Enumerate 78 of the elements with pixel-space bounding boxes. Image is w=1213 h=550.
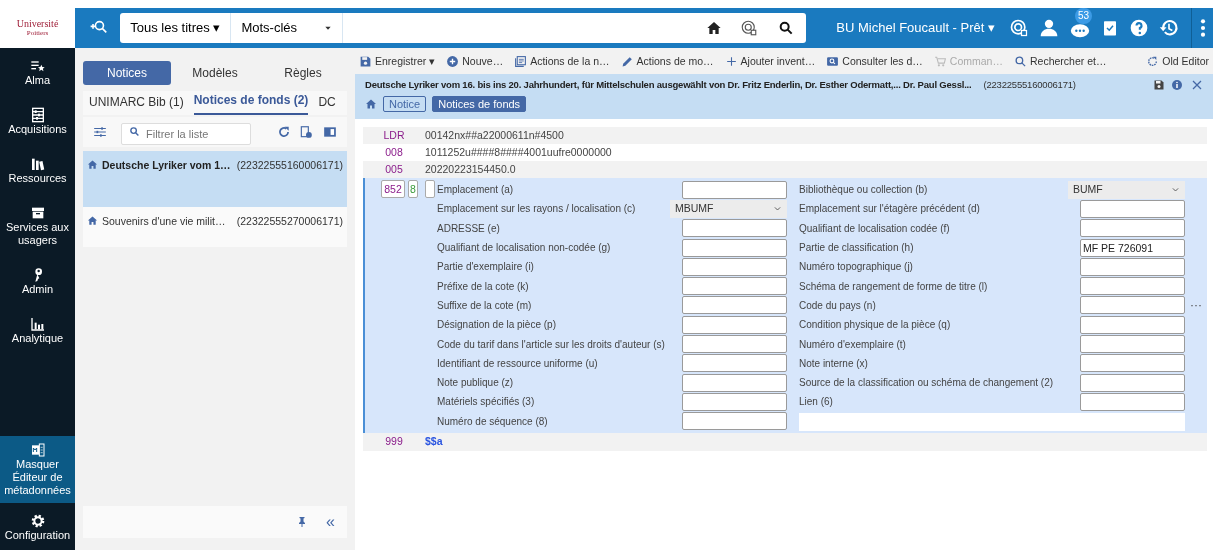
subfield-label: Partie d'exemplaire (i) xyxy=(437,260,534,275)
toolbar-button[interactable]: Consulter les d… xyxy=(826,53,923,70)
subfield-label: Schéma de rangement de forme de titre (l) xyxy=(799,279,988,294)
nav-item[interactable]: Ressources xyxy=(0,150,75,191)
subfield-label: Suffixe de la cote (m) xyxy=(437,298,532,313)
record-title: Deutsche Lyriker vom 16. bis ins 20. Jahrhundert, für Mittelschulen ausgewählt von Dr. Fritz Enderlin, Dr. Esther Odermatt,... Dr. Paul Gessl... xyxy=(365,78,972,92)
toolbar-button[interactable]: Enregistrer ▾ xyxy=(359,53,436,70)
field-value: 20220223154450.0 xyxy=(425,161,516,177)
subfield-label: Lien (6) xyxy=(799,395,833,410)
field-tag: 008 xyxy=(363,144,425,161)
collapse-button[interactable]: « xyxy=(326,510,335,534)
record-title: Souvenirs d'une vie milit… xyxy=(102,214,226,229)
subfield-label: Note publique (z) xyxy=(437,376,514,391)
field-tag: LDR xyxy=(363,127,425,144)
toolbar-button[interactable]: Ajouter invent… xyxy=(724,53,816,70)
subfield-label: Préfixe de la cote (k) xyxy=(437,279,529,294)
field-tag: 999 xyxy=(363,434,425,450)
select-field[interactable]: BUMF xyxy=(1068,180,1185,199)
logo-text: Université xyxy=(16,19,59,29)
toolbar-button[interactable]: Nouve… xyxy=(446,53,504,70)
toolbar-button[interactable]: Old Editor xyxy=(1146,53,1209,70)
subfield-label: Source de la classification ou schéma de changement (2) xyxy=(799,376,1054,391)
subfield-label: Numéro de séquence (8) xyxy=(437,414,548,429)
subfield-label: Partie de classification (h) xyxy=(799,241,914,256)
subfield-label: Emplacement sur les rayons / localisation (c) xyxy=(437,202,636,217)
field-value: 00142nx##a22000611n#4500 xyxy=(425,127,564,143)
scope-dropdown[interactable]: Tous les titres ▾ xyxy=(120,13,232,43)
record-type-tab[interactable]: Notices de fonds (2) xyxy=(193,91,309,115)
panel-tab[interactable]: Notices xyxy=(83,61,171,85)
record-id: (22322555270006171) xyxy=(236,214,343,229)
toolbar-button[interactable]: Rechercher et… xyxy=(1013,53,1107,70)
subfield-label: Numéro topographique (j) xyxy=(799,260,913,275)
input-field[interactable]: MF PE 726091 xyxy=(1080,238,1185,257)
more-button[interactable]: ··· xyxy=(1190,296,1202,315)
breadcrumb-tag[interactable]: Notices de fonds xyxy=(432,96,527,113)
nav-item[interactable]: Alma xyxy=(0,52,75,93)
nav-item[interactable]: Acquisitions xyxy=(0,101,75,142)
subfield-label: ADRESSE (e) xyxy=(437,221,500,236)
nav-item[interactable]: Services aux usagers xyxy=(0,199,75,253)
library-dropdown[interactable]: BU Michel Foucault - Prêt ▾ xyxy=(836,18,995,38)
subfield-label: Identifiant de ressource uniforme (u) xyxy=(437,356,598,371)
subfield-label: Emplacement (a) xyxy=(437,183,514,198)
record-list-item[interactable]: Souvenirs d'une vie milit… (22322555270006171) xyxy=(83,207,347,247)
subfield-label: Qualifiant de localisation non-codée (g) xyxy=(437,241,611,256)
field-dropdown[interactable]: Mots-clés xyxy=(231,13,344,43)
indicator-field[interactable]: 8 xyxy=(408,180,418,198)
nav-item[interactable]: Configuration xyxy=(0,507,75,548)
notification-badge: 53 xyxy=(1075,8,1093,24)
subfield-label: Désignation de la pièce (p) xyxy=(437,318,556,333)
record-id: (22322555160006171) xyxy=(983,78,1076,92)
record-type-tab[interactable]: DC xyxy=(318,93,336,115)
subfield-label: Code du pays (n) xyxy=(799,298,876,313)
subfield-label: Matériels spécifiés (3) xyxy=(437,395,535,410)
record-id: (22322555160006171) xyxy=(236,158,343,173)
subfield-label: Emplacement sur l'étagère précédent (d) xyxy=(799,202,980,217)
field-value: $$a xyxy=(425,434,443,449)
record-type-tab[interactable]: UNIMARC Bib (1) xyxy=(89,93,184,115)
record-title: Deutsche Lyriker vom 1… xyxy=(102,158,231,173)
subfield-label: Code du tarif dans l'article sur les droits d'auteur (s) xyxy=(437,337,665,352)
subfield-label: Note interne (x) xyxy=(799,356,868,371)
nav-item[interactable]: Admin xyxy=(0,261,75,302)
subfield-label: Numéro d'exemplaire (t) xyxy=(799,337,906,352)
subfield-label: Condition physique de la pièce (q) xyxy=(799,318,951,333)
breadcrumb-tag[interactable]: Notice xyxy=(383,96,427,113)
field-tag: 005 xyxy=(363,161,425,178)
subfield-label: Qualifiant de localisation codée (f) xyxy=(799,221,950,236)
nav-item[interactable]: Masquer Éditeur de métadonnées xyxy=(0,436,75,503)
filter-field[interactable]: Filtrer la liste xyxy=(121,123,251,145)
select-field[interactable]: MBUMF xyxy=(670,199,787,218)
toolbar-button[interactable]: Actions de mo… xyxy=(620,53,714,70)
subfield-label: Bibliothèque ou collection (b) xyxy=(799,183,928,198)
tag-field[interactable]: 852 xyxy=(381,180,405,198)
nav-item[interactable]: Analytique xyxy=(0,310,75,351)
record-list-item[interactable]: Deutsche Lyriker vom 1… (22322555160006171) xyxy=(83,151,347,207)
field-value: 1011252u####8####4001uufre0000000 xyxy=(425,144,612,160)
panel-tab[interactable]: Modèles xyxy=(171,61,259,85)
panel-tab[interactable]: Règles xyxy=(259,61,347,85)
toolbar-button[interactable]: Actions de la n… xyxy=(514,53,610,70)
